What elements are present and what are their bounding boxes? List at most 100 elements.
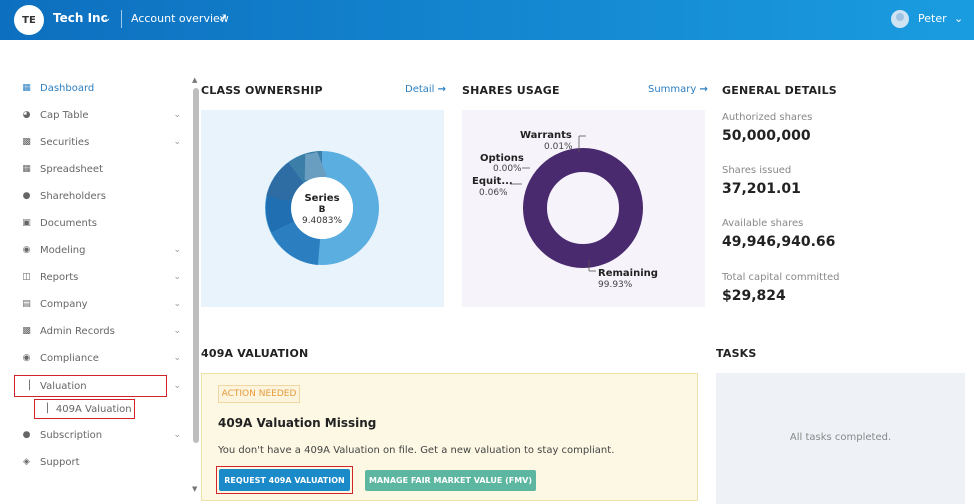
tasks-empty-message: All tasks completed. (789, 432, 892, 443)
label-warrants: Warrants (520, 130, 572, 141)
total-capital-label: Total capital committed (722, 272, 840, 283)
summary-link[interactable]: Summary → (648, 84, 708, 95)
label-options: Options (480, 153, 524, 164)
arrow-right-icon: → (699, 84, 708, 95)
authorized-shares-value: 50,000,000 (722, 128, 811, 144)
shares-issued-value: 37,201.01 (722, 181, 801, 197)
sidebar-item-shareholders[interactable]: ● Shareholders (14, 185, 186, 207)
detail-link[interactable]: Detail → (405, 84, 446, 95)
sidebar-item-label: Support (40, 456, 80, 468)
general-details-title: GENERAL DETAILS (722, 84, 837, 97)
account-overview-link[interactable]: Account overview (131, 12, 229, 25)
users-icon: ▩ (22, 326, 31, 336)
chevron-down-icon: ⌄ (173, 272, 181, 282)
sidebar-item-label: Dashboard (40, 82, 95, 94)
chevron-down-icon[interactable]: ⌄ (954, 12, 963, 25)
chevron-down-icon: ⌄ (173, 137, 181, 147)
grid-icon: ▦ (22, 164, 31, 174)
shares-usage-title: SHARES USAGE (462, 84, 560, 97)
donut-segment[interactable] (304, 151, 327, 180)
company-logo[interactable]: TE (14, 5, 44, 35)
label-remaining: Remaining (598, 268, 658, 279)
shares-usage-panel: Warrants 0.01% Options 0.00% Equit... 0.… (462, 110, 705, 307)
sidebar-item-label: Cap Table (40, 109, 89, 121)
bar-chart-icon: ▕ (41, 404, 48, 414)
scroll-down-arrow[interactable]: ▼ (192, 485, 197, 493)
valuation-missing-title: 409A Valuation Missing (218, 416, 377, 430)
class-ownership-donut[interactable]: Series B 9.4083% (201, 110, 444, 307)
company-name[interactable]: Tech Inc (53, 11, 108, 25)
sidebar-item-company[interactable]: ▤ Company ⌄ (14, 293, 186, 315)
sidebar-subitem-label: 409A Valuation (55, 403, 132, 415)
sidebar-item-label: Shareholders (40, 190, 106, 202)
tasks-section-title: TASKS (716, 347, 757, 360)
chevron-down-icon[interactable]: ⌄ (103, 13, 111, 24)
sidebar-item-admin-records[interactable]: ▩ Admin Records ⌄ (14, 320, 186, 342)
user-name[interactable]: Peter (918, 12, 947, 25)
sidebar-item-label: Subscription (40, 429, 103, 441)
sidebar-item-label: Securities (40, 136, 90, 148)
sidebar-item-cap-table[interactable]: ◕ Cap Table ⌄ (14, 104, 186, 126)
status-badge: ACTION NEEDED (218, 385, 300, 403)
label-equity: Equit... (472, 176, 513, 187)
sidebar-item-label: Admin Records (40, 325, 115, 337)
sidebar-item-modeling[interactable]: ◉ Modeling ⌄ (14, 239, 186, 261)
top-bar: TE Tech Inc ⌄ Account overview ↗ Peter ⌄ (0, 0, 974, 40)
sidebar-item-support[interactable]: ◈ Support (14, 451, 186, 473)
chevron-down-icon: ⌄ (173, 245, 181, 255)
chevron-down-icon: ⌄ (173, 110, 181, 120)
donut-segment[interactable] (266, 162, 305, 203)
sidebar-item-subscription[interactable]: ● Subscription ⌄ (14, 424, 186, 446)
donut-center-line2: B (319, 205, 326, 215)
sidebar-item-label: Reports (40, 271, 79, 283)
detail-link-label: Detail (405, 84, 435, 95)
class-ownership-panel: Series B 9.4083% (201, 110, 444, 307)
value-warrants: 0.01% (544, 142, 573, 152)
bar-chart-icon: ▕ (23, 381, 30, 391)
sidebar-item-label: Modeling (40, 244, 86, 256)
value-remaining: 99.93% (598, 280, 633, 290)
sidebar-item-valuation[interactable]: ▕ Valuation (14, 375, 167, 397)
arrow-right-icon: → (437, 84, 447, 95)
sidebar-item-label: Spreadsheet (40, 163, 103, 175)
sidebar-item-label: Valuation (40, 380, 87, 392)
sidebar-item-compliance[interactable]: ◉ Compliance ⌄ (14, 347, 186, 369)
chevron-down-icon: ⌄ (173, 299, 181, 309)
manage-fmv-button[interactable]: MANAGE FAIR MARKET VALUE (FMV) (365, 470, 536, 491)
available-shares-value: 49,946,940.66 (722, 234, 836, 250)
folder-icon: ▣ (22, 218, 31, 228)
sidebar-item-documents[interactable]: ▣ Documents (14, 212, 186, 234)
divider (121, 10, 122, 28)
person-icon: ● (22, 191, 31, 201)
sidebar-subitem-409a-valuation[interactable]: ▕ 409A Valuation (34, 399, 135, 419)
chevron-down-icon: ⌄ (173, 430, 181, 440)
scrollbar-thumb[interactable] (193, 88, 199, 443)
support-icon: ◈ (23, 457, 30, 467)
scroll-up-arrow[interactable]: ▲ (192, 76, 197, 84)
request-409a-valuation-button[interactable]: REQUEST 409A VALUATION (219, 469, 350, 491)
valuation-section-title: 409A VALUATION (201, 347, 309, 360)
document-icon: ▩ (22, 137, 31, 147)
dashboard-icon: ▦ (22, 83, 31, 93)
shares-issued-label: Shares issued (722, 165, 792, 176)
sidebar-item-securities[interactable]: ▩ Securities ⌄ (14, 131, 186, 153)
shares-usage-donut[interactable]: Warrants 0.01% Options 0.00% Equit... 0.… (462, 110, 705, 307)
sidebar-item-label: Documents (40, 217, 98, 229)
external-link-icon[interactable]: ↗ (218, 11, 227, 24)
avatar[interactable] (891, 10, 909, 28)
donut-segment-remaining[interactable] (523, 148, 643, 268)
donut-center-line1: Series (304, 193, 339, 204)
available-shares-label: Available shares (722, 218, 804, 229)
sidebar-item-dashboard[interactable]: ▦ Dashboard (14, 77, 186, 99)
chevron-down-icon: ⌄ (173, 353, 181, 363)
bulb-icon: ◉ (22, 245, 31, 255)
sidebar-item-label: Compliance (40, 352, 99, 364)
chevron-down-icon: ⌄ (173, 326, 181, 336)
donut-center-value: 9.4083% (302, 216, 342, 226)
class-ownership-title: CLASS OWNERSHIP (201, 84, 323, 97)
sidebar-item-spreadsheet[interactable]: ▦ Spreadsheet (14, 158, 186, 180)
sidebar-item-reports[interactable]: ◫ Reports ⌄ (14, 266, 186, 288)
valuation-chevron[interactable]: ⌄ (167, 375, 186, 397)
building-icon: ▤ (22, 299, 31, 309)
summary-link-label: Summary (648, 84, 697, 95)
